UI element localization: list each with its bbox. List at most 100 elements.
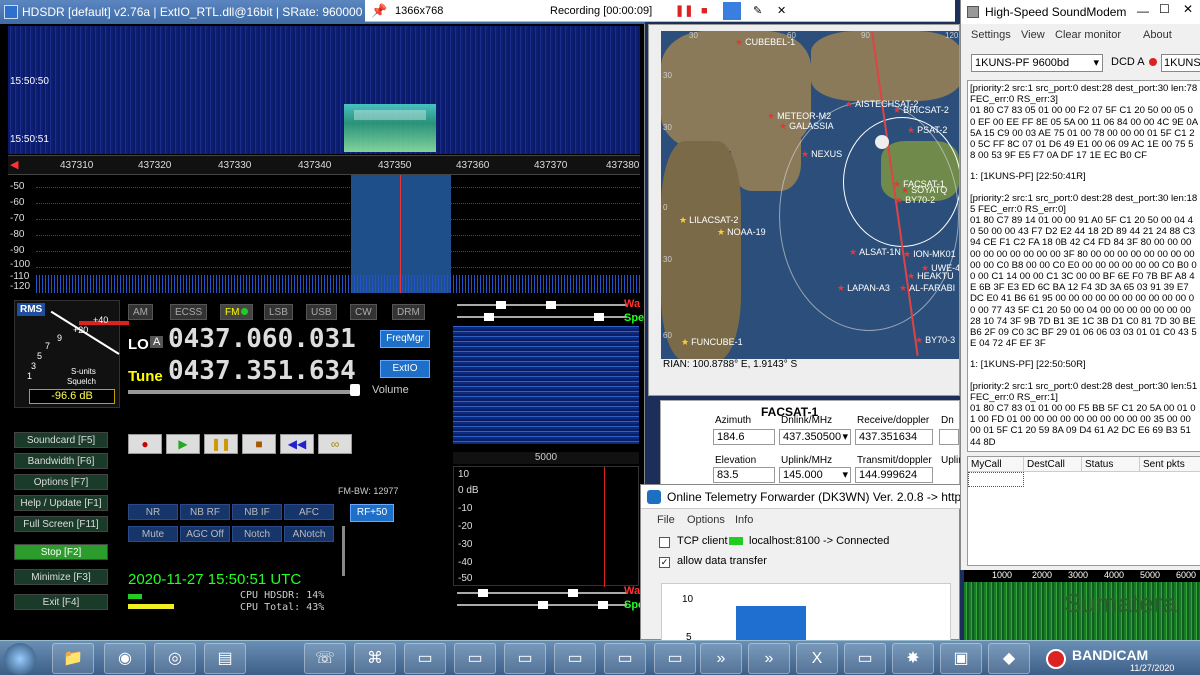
- satellite-marker[interactable]: FUNCUBE-1: [681, 337, 743, 348]
- stop-button[interactable]: Stop [F2]: [14, 544, 108, 560]
- minimize-icon[interactable]: —: [1137, 4, 1149, 18]
- scroll-left-icon[interactable]: ◀: [10, 158, 18, 171]
- mute-button[interactable]: Mute: [128, 526, 178, 542]
- close-icon[interactable]: ✕: [777, 0, 786, 22]
- start-button-icon[interactable]: [4, 643, 36, 675]
- col-status[interactable]: Status: [1082, 457, 1140, 472]
- frequency-scale[interactable]: ◀ 437310 437320 437330 437340 437350 437…: [8, 155, 640, 175]
- chrome-icon[interactable]: ◎: [154, 643, 196, 674]
- menu-info[interactable]: Info: [735, 511, 753, 529]
- satellite-marker[interactable]: BY70-2: [895, 195, 935, 206]
- world-map[interactable]: 30 60 90 120 30 30 0 30 60 CUBEBEL-1 MET…: [661, 31, 959, 359]
- radio-icon[interactable]: ▭: [504, 643, 546, 674]
- dnlink-select[interactable]: 437.350500 ▾: [779, 429, 851, 445]
- azimuth-value[interactable]: 184.6: [713, 429, 775, 445]
- mode-fm-button[interactable]: FM: [220, 304, 254, 320]
- burst-icon[interactable]: ✸: [892, 643, 934, 674]
- satellite-marker[interactable]: LILACSAT-2: [679, 215, 738, 226]
- satellite-marker[interactable]: BRICSAT-2: [893, 105, 949, 116]
- explorer-icon[interactable]: 📁: [52, 643, 94, 674]
- rf50-button[interactable]: RF+50: [350, 504, 394, 522]
- pin-icon[interactable]: 📌: [371, 0, 387, 22]
- camera-icon[interactable]: [723, 2, 741, 20]
- freqmgr-button[interactable]: FreqMgr: [380, 330, 430, 348]
- satellite-marker[interactable]: CUBEBEL-1: [735, 37, 795, 48]
- receive-value[interactable]: 437.351634: [855, 429, 933, 445]
- monitor-log[interactable]: [priority:2 src:1 src_port:0 dest:28 des…: [967, 80, 1200, 452]
- satellite-marker[interactable]: LAPAN-A3: [837, 283, 890, 294]
- radio-icon[interactable]: ▭: [554, 643, 596, 674]
- satellite-marker[interactable]: GALASSIA: [779, 121, 834, 132]
- col-sent-pkts[interactable]: Sent pkts: [1140, 457, 1200, 472]
- menu-settings[interactable]: Settings: [971, 26, 1011, 44]
- bandwidth-button[interactable]: Bandwidth [F6]: [14, 453, 108, 469]
- menu-file[interactable]: File: [657, 511, 675, 529]
- play-icon[interactable]: ▶: [166, 434, 200, 454]
- forwarder-titlebar[interactable]: Online Telemetry Forwarder (DK3WN) Ver. …: [641, 485, 961, 509]
- mode-am-button[interactable]: AM: [128, 304, 153, 320]
- options-button[interactable]: Options [F7]: [14, 474, 108, 490]
- exit-button[interactable]: Exit [F4]: [14, 594, 108, 610]
- minimize-button[interactable]: Minimize [F3]: [14, 569, 108, 585]
- radio-icon[interactable]: ▭: [404, 643, 446, 674]
- forwarder-task-icon[interactable]: »: [700, 643, 742, 674]
- menu-clear-monitor[interactable]: Clear monitor: [1055, 26, 1121, 44]
- notch-button[interactable]: Notch: [232, 526, 282, 542]
- volume-slider[interactable]: [128, 390, 360, 394]
- afc-button[interactable]: AFC: [284, 504, 334, 520]
- rewind-icon[interactable]: ◀◀: [280, 434, 314, 454]
- pen-icon[interactable]: ✎: [753, 0, 762, 22]
- excel-icon[interactable]: X: [796, 643, 838, 674]
- soundcard-button[interactable]: Soundcard [F5]: [14, 432, 108, 448]
- maximize-icon[interactable]: ☐: [1159, 2, 1170, 16]
- anotch-button[interactable]: ANotch: [284, 526, 334, 542]
- allow-transfer-checkbox[interactable]: ✓: [659, 557, 670, 568]
- mode-usb-button[interactable]: USB: [306, 304, 337, 320]
- tray-date[interactable]: 11/27/2020: [1130, 663, 1174, 673]
- transmit-value[interactable]: 144.999624: [855, 467, 933, 483]
- radio-icon[interactable]: ▭: [654, 643, 696, 674]
- phone-icon[interactable]: ☏: [304, 643, 346, 674]
- elevation-value[interactable]: 83.5: [713, 467, 775, 483]
- satellite-marker[interactable]: HEAKTU: [907, 271, 954, 282]
- modem-select[interactable]: 1KUNS-PF 9600bd ▾: [971, 54, 1103, 72]
- tune-frequency[interactable]: 0437.351.634: [168, 356, 356, 386]
- loop-icon[interactable]: ∞: [318, 434, 352, 454]
- close-icon[interactable]: ✕: [1183, 2, 1193, 16]
- extio-button[interactable]: ExtIO: [380, 360, 430, 378]
- lo-frequency[interactable]: 0437.060.031: [168, 324, 356, 354]
- satellite-marker[interactable]: ION-MK01: [903, 249, 956, 260]
- col-mycall[interactable]: MyCall: [968, 457, 1024, 472]
- forwarder-task-icon[interactable]: »: [748, 643, 790, 674]
- mode-lsb-button[interactable]: LSB: [264, 304, 293, 320]
- nb-rf-button[interactable]: NB RF: [180, 504, 230, 520]
- firefox-icon[interactable]: ◉: [104, 643, 146, 674]
- lo-a-button[interactable]: A: [150, 336, 164, 348]
- mode-cw-button[interactable]: CW: [350, 304, 377, 320]
- radio-icon[interactable]: ▭: [844, 643, 886, 674]
- volume-knob[interactable]: [350, 384, 360, 396]
- full-screen-button[interactable]: Full Screen [F11]: [14, 516, 108, 532]
- spectrum-display[interactable]: -50 -60 -70 -80 -90 -100 -110 -120: [8, 175, 640, 293]
- network-icon[interactable]: ⌘: [354, 643, 396, 674]
- soundmodem-waterfall[interactable]: 1000 2000 3000 4000 5000 6000 Sumatera: [964, 570, 1200, 640]
- stop-icon[interactable]: ■: [242, 434, 276, 454]
- satellite-marker[interactable]: ALSAT-1N: [849, 247, 901, 258]
- nr-button[interactable]: NR: [128, 504, 178, 520]
- app-icon[interactable]: ▤: [204, 643, 246, 674]
- uplink-select[interactable]: 145.000 ▾: [779, 467, 851, 483]
- stop-icon[interactable]: ■: [701, 0, 708, 22]
- mode-drm-button[interactable]: DRM: [392, 304, 425, 320]
- radio-icon[interactable]: ▭: [454, 643, 496, 674]
- tcp-client-checkbox[interactable]: [659, 537, 670, 548]
- col-destcall[interactable]: DestCall: [1024, 457, 1082, 472]
- callsign-field[interactable]: 1KUNS-PF: [1161, 54, 1200, 72]
- satellite-marker[interactable]: NEXUS: [801, 149, 842, 160]
- radio-icon[interactable]: ▭: [604, 643, 646, 674]
- pause-icon[interactable]: ❚❚: [675, 0, 693, 22]
- satellite-marker[interactable]: PSAT-2: [907, 125, 947, 136]
- satellite-marker[interactable]: AL-FARABI: [899, 283, 955, 294]
- dn-field[interactable]: [939, 429, 959, 445]
- menu-options[interactable]: Options: [687, 511, 725, 529]
- record-icon[interactable]: ●: [128, 434, 162, 454]
